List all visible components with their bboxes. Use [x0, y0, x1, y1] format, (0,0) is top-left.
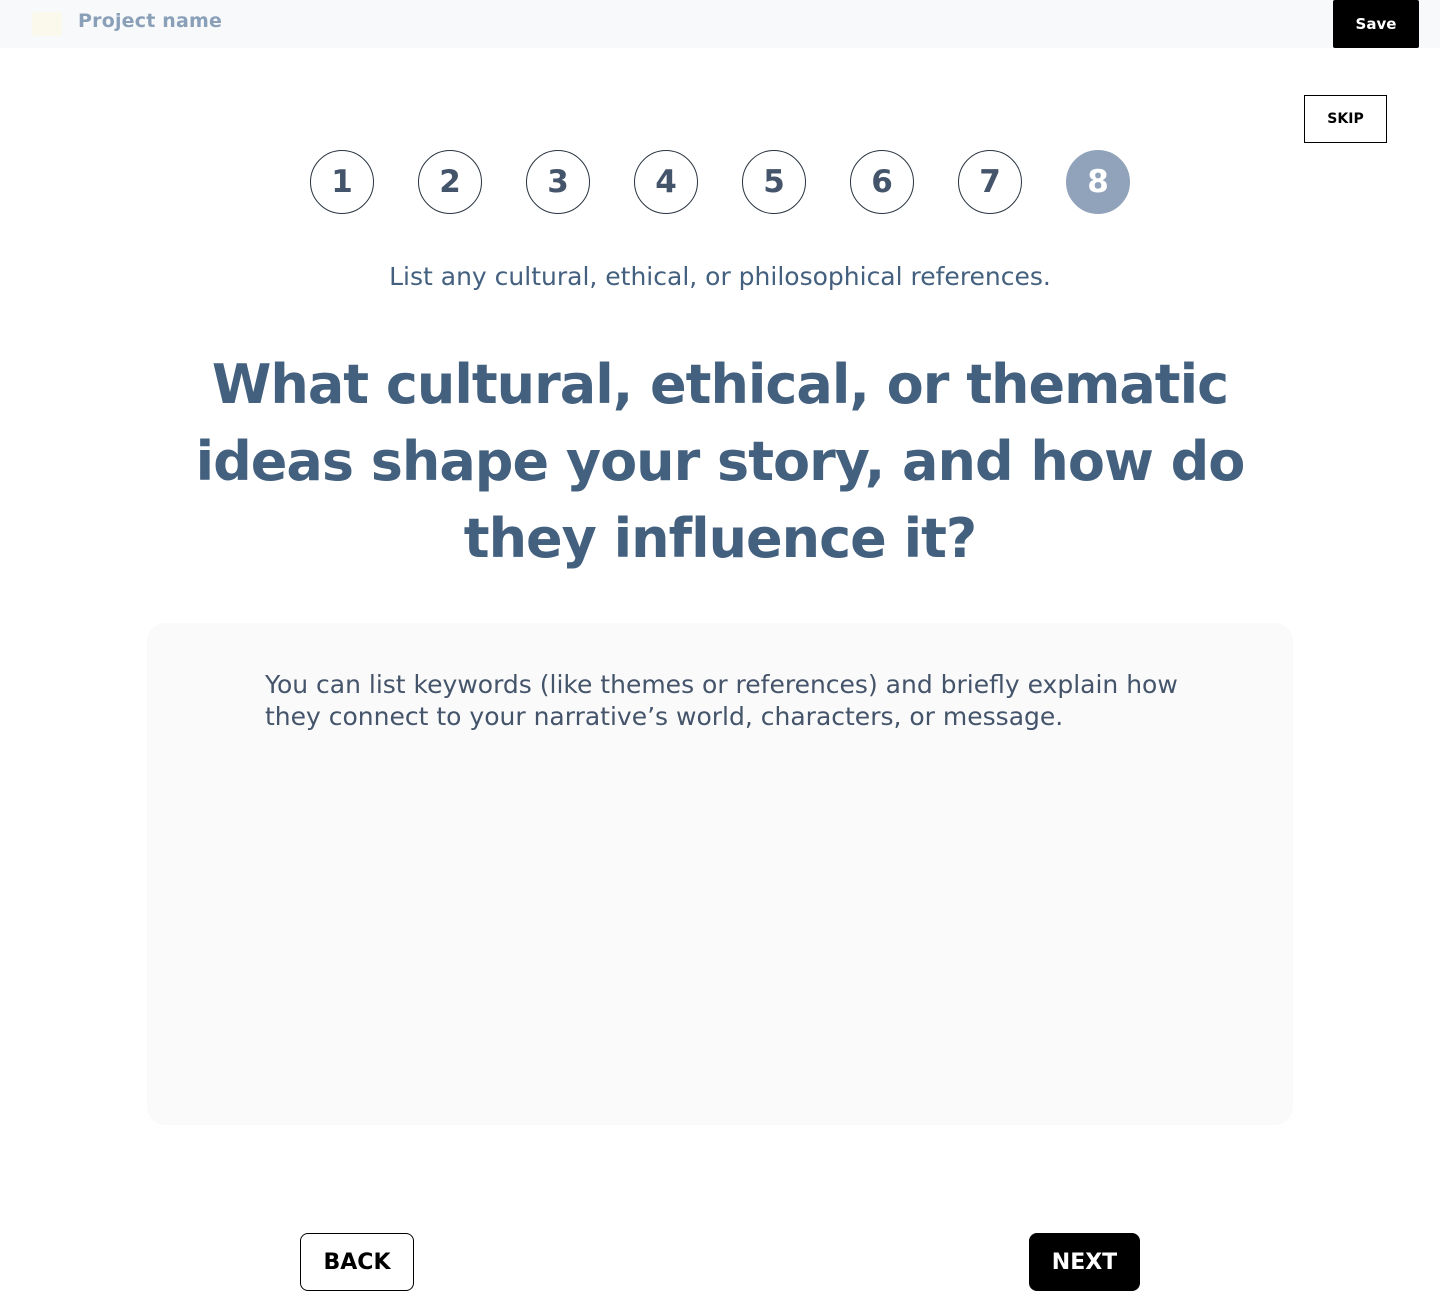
step-4[interactable]: 4 — [634, 150, 698, 214]
step-6[interactable]: 6 — [850, 150, 914, 214]
question-heading: What cultural, ethical, or thematic idea… — [195, 353, 1246, 570]
answer-box — [147, 623, 1293, 1125]
answer-textarea[interactable] — [265, 669, 1185, 1089]
save-button[interactable]: Save — [1333, 0, 1419, 48]
back-button[interactable]: BACK — [300, 1233, 414, 1291]
page: Project name Save SKIP 1 2 3 4 5 6 7 8 L… — [0, 0, 1440, 1311]
next-button[interactable]: NEXT — [1029, 1233, 1140, 1291]
step-5[interactable]: 5 — [742, 150, 806, 214]
top-bar: Project name Save — [0, 0, 1440, 48]
step-1[interactable]: 1 — [310, 150, 374, 214]
project-name[interactable]: Project name — [78, 10, 222, 32]
step-2[interactable]: 2 — [418, 150, 482, 214]
logo-icon — [32, 12, 62, 36]
step-8-current[interactable]: 8 — [1066, 150, 1130, 214]
step-indicator: 1 2 3 4 5 6 7 8 — [310, 150, 1130, 214]
step-7[interactable]: 7 — [958, 150, 1022, 214]
step-subtitle: List any cultural, ethical, or philosoph… — [389, 262, 1051, 291]
step-3[interactable]: 3 — [526, 150, 590, 214]
skip-button[interactable]: SKIP — [1304, 95, 1387, 143]
